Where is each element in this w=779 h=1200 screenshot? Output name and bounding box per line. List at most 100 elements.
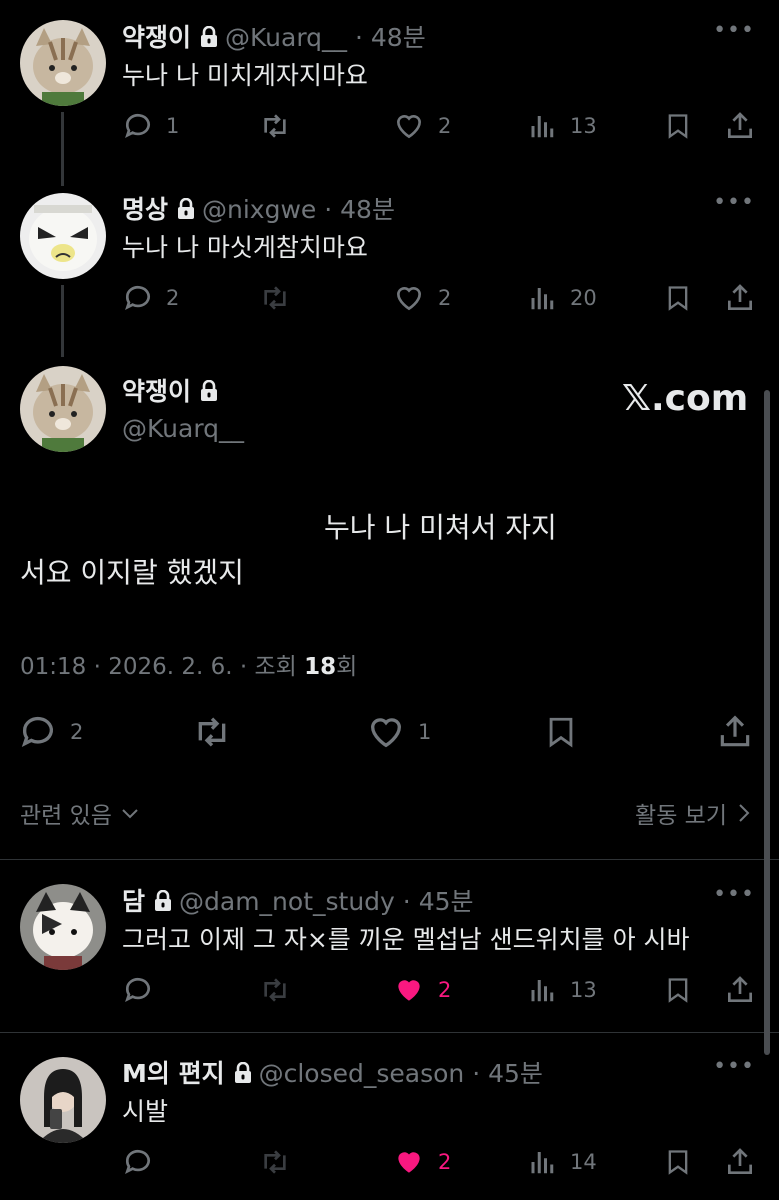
share-icon xyxy=(720,715,750,747)
view-count: 13 xyxy=(570,114,597,138)
share-button[interactable] xyxy=(724,106,756,146)
lock-icon xyxy=(201,380,218,401)
action-bar: 2 14 xyxy=(0,1142,779,1182)
author-handle[interactable]: @closed_season xyxy=(259,1059,465,1088)
action-bar: 2 2 20 xyxy=(0,278,779,318)
bookmark-icon xyxy=(668,286,688,311)
share-icon xyxy=(728,976,752,1002)
activity-label: 활동 보기 xyxy=(635,803,727,829)
tweet-text: 그러고 이제 그 자×를 끼운 멜섭남 샌드위치를 아 시바 xyxy=(122,925,690,954)
retweet-button[interactable] xyxy=(258,1142,292,1182)
author-handle[interactable]: @Kuarq__ xyxy=(122,414,244,443)
avatar[interactable] xyxy=(20,366,106,452)
separator-dot: · xyxy=(347,23,371,52)
author-handle[interactable]: @Kuarq__ xyxy=(225,23,347,52)
more-icon[interactable]: ••• xyxy=(713,18,755,43)
view-count: 18 xyxy=(304,654,337,680)
lock-icon xyxy=(178,198,195,219)
like-icon xyxy=(396,286,422,311)
reply-count: 1 xyxy=(166,114,180,138)
like-count: 2 xyxy=(438,114,452,138)
action-bar: 2 1 xyxy=(0,712,779,752)
author-name[interactable]: M의 편지 xyxy=(122,1059,225,1088)
timestamp[interactable]: 45분 xyxy=(419,887,474,916)
reply-button[interactable]: 1 xyxy=(122,106,179,146)
timestamp[interactable]: 48분 xyxy=(340,195,395,224)
retweet-icon xyxy=(198,717,226,747)
retweet-button[interactable] xyxy=(258,970,292,1010)
lock-icon xyxy=(234,1062,251,1083)
bookmark-button[interactable] xyxy=(664,278,692,318)
separator-dot: · xyxy=(394,887,419,916)
share-button[interactable] xyxy=(724,278,756,318)
share-button[interactable] xyxy=(724,1142,756,1182)
bookmark-button[interactable] xyxy=(544,712,578,752)
retweet-icon xyxy=(264,286,286,310)
more-icon[interactable]: ••• xyxy=(713,190,755,215)
retweet-icon xyxy=(264,978,286,1002)
bookmark-button[interactable] xyxy=(664,106,692,146)
retweet-button[interactable] xyxy=(190,712,234,752)
reply-button[interactable] xyxy=(122,1142,154,1182)
action-bar: 1 2 13 xyxy=(0,106,779,146)
tweet-text: 누나 나 미치게자지마요 xyxy=(122,61,368,90)
views-icon xyxy=(531,288,554,310)
activity-link[interactable]: 활동 보기 xyxy=(635,796,753,830)
author-handle[interactable]: @dam_not_study xyxy=(179,887,395,916)
timestamp[interactable]: 48분 xyxy=(371,23,426,52)
separator-dot: · xyxy=(316,195,341,224)
views-button[interactable]: 20 xyxy=(528,278,597,318)
reply-button[interactable]: 2 xyxy=(18,712,83,752)
like-button[interactable]: 2 xyxy=(392,106,451,146)
watermark: 𝕏.com xyxy=(622,378,749,419)
avatar[interactable] xyxy=(20,884,106,970)
like-icon xyxy=(398,980,420,1001)
avatar[interactable] xyxy=(20,20,106,106)
more-icon[interactable]: ••• xyxy=(713,882,755,907)
retweet-button[interactable] xyxy=(258,278,292,318)
author-name[interactable]: 담 xyxy=(122,887,145,916)
bookmark-button[interactable] xyxy=(664,970,692,1010)
reply-icon xyxy=(21,716,53,747)
bookmark-icon xyxy=(549,717,573,748)
author-handle[interactable]: @nixgwe xyxy=(202,195,316,224)
bookmark-button[interactable] xyxy=(664,1142,692,1182)
like-button[interactable]: 2 xyxy=(392,970,451,1010)
share-icon xyxy=(728,1148,752,1174)
more-icon[interactable]: ••• xyxy=(713,1054,755,1079)
tweet-datetime[interactable]: 01:18 · 2026. 2. 6. · 조회 xyxy=(20,654,304,680)
views-button[interactable]: 13 xyxy=(528,106,597,146)
bookmark-icon xyxy=(668,114,688,139)
share-button[interactable] xyxy=(716,712,754,752)
view-suffix: 회 xyxy=(336,654,358,680)
bookmark-icon xyxy=(668,1150,688,1175)
action-bar: 2 13 xyxy=(0,970,779,1010)
author-name[interactable]: 명상 xyxy=(122,195,168,224)
reply-count: 2 xyxy=(70,720,84,744)
share-button[interactable] xyxy=(724,970,756,1010)
views-button[interactable]: 14 xyxy=(528,1142,597,1182)
like-button[interactable]: 2 xyxy=(392,1142,451,1182)
chevron-right-icon xyxy=(739,804,750,822)
view-count: 13 xyxy=(570,978,597,1002)
tweet-text: 누나 나 마싯게참치마요 xyxy=(122,233,368,262)
views-button[interactable]: 13 xyxy=(528,970,597,1010)
scrollbar[interactable] xyxy=(764,390,770,1055)
reply-button[interactable] xyxy=(122,970,154,1010)
like-button[interactable]: 2 xyxy=(392,278,451,318)
retweet-button[interactable] xyxy=(258,106,292,146)
like-button[interactable]: 1 xyxy=(366,712,431,752)
reply-button[interactable]: 2 xyxy=(122,278,179,318)
views-icon xyxy=(531,116,554,138)
related-toggle[interactable]: 관련 있음 xyxy=(20,796,142,830)
share-icon xyxy=(728,112,752,138)
author-name[interactable]: 약쟁이 xyxy=(122,23,191,52)
author-name[interactable]: 약쟁이 xyxy=(122,377,191,406)
tweet-text-line1: 누나 나 미쳐서 자지 xyxy=(324,511,557,544)
divider xyxy=(0,1032,779,1033)
views-icon xyxy=(531,1152,554,1174)
avatar[interactable] xyxy=(20,1057,106,1143)
related-label: 관련 있음 xyxy=(20,803,112,829)
timestamp[interactable]: 45분 xyxy=(488,1059,543,1088)
avatar[interactable] xyxy=(20,193,106,279)
